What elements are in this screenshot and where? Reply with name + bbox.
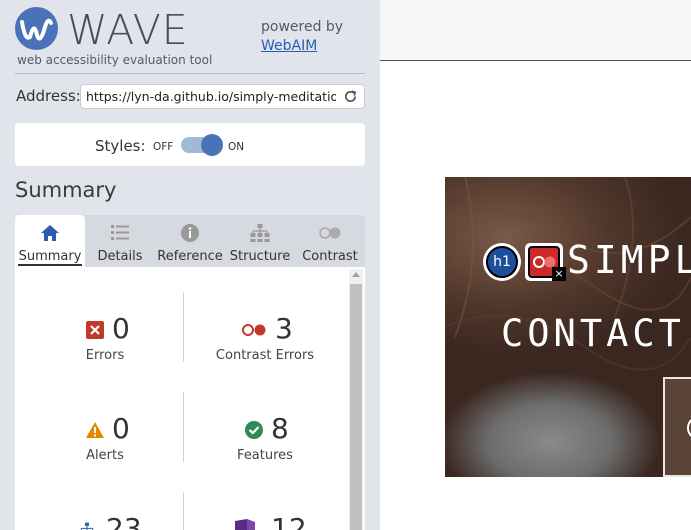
tab-bar: Summary Details Reference Structure Cont… [15, 215, 365, 267]
summary-scrollbar[interactable] [349, 269, 363, 530]
stat-features[interactable]: 8 Features [190, 412, 340, 463]
divider [183, 392, 184, 462]
wave-logo-text: WAVE [67, 6, 189, 54]
powered-by-label: powered by [261, 19, 344, 35]
contrast-icon [319, 227, 341, 239]
contrast-errors-count: 3 [275, 312, 293, 345]
toggle-knob[interactable] [201, 134, 223, 156]
alerts-label: Alerts [86, 448, 124, 463]
info-icon [181, 224, 199, 242]
tab-reference[interactable]: Reference [155, 215, 225, 267]
summary-panel: 0 Errors 3 Contrast Errors 0 Alerts 8 Fe… [15, 267, 365, 530]
errors-label: Errors [85, 348, 125, 363]
divider [183, 492, 184, 530]
address-input-value[interactable]: https://lyn-da.github.io/simply-meditati… [86, 89, 336, 104]
stat-alerts[interactable]: 0 Alerts [30, 412, 180, 463]
styles-on-label: ON [228, 141, 245, 153]
divider [183, 292, 184, 362]
home-icon [41, 225, 59, 241]
feature-check-icon [245, 421, 263, 439]
features-label: Features [237, 448, 293, 463]
tab-summary[interactable]: Summary [15, 215, 85, 267]
h1-badge-label: h1 [486, 246, 518, 278]
styles-label: Styles: [95, 137, 146, 155]
page-preview: h1 × SIMPLY CONTACT [380, 0, 691, 530]
structure-icon [80, 522, 94, 530]
tab-label: Contrast [302, 249, 358, 264]
styles-toggle-box: Styles: OFF ON [15, 123, 365, 166]
panel-heading: Summary [15, 178, 117, 202]
header-divider [15, 73, 365, 74]
stat-structural-elements[interactable]: 23 [30, 512, 180, 530]
list-icon [111, 225, 129, 240]
styles-off-label: OFF [153, 141, 174, 153]
tab-details[interactable]: Details [85, 215, 155, 267]
address-input[interactable]: https://lyn-da.github.io/simply-meditati… [80, 84, 365, 109]
tab-label: Summary [18, 249, 82, 266]
aria-count: 12 [271, 512, 307, 530]
scrollbar-thumb[interactable] [350, 284, 362, 530]
h1-heading-badge-icon[interactable]: h1 [483, 243, 521, 281]
wave-tagline: web accessibility evaluation tool [17, 53, 213, 67]
tab-contrast[interactable]: Contrast [295, 215, 365, 267]
stat-aria[interactable]: 12 [190, 512, 340, 530]
tab-label: Details [97, 249, 143, 264]
error-icon [86, 321, 104, 339]
tab-label: Reference [157, 249, 223, 264]
contrast-errors-label: Contrast Errors [215, 348, 315, 363]
address-label: Address: [16, 87, 81, 105]
features-count: 8 [271, 412, 289, 445]
styles-toggle-switch[interactable] [181, 134, 223, 156]
tab-structure[interactable]: Structure [225, 215, 295, 267]
wave-logo-icon [15, 7, 58, 50]
stat-errors[interactable]: 0 Errors [30, 312, 180, 363]
tab-label: Structure [229, 249, 291, 264]
preview-header-bar [380, 0, 691, 61]
circle-icon [687, 416, 691, 440]
hero-subtitle: CONTACT [501, 312, 685, 355]
close-icon[interactable]: × [552, 267, 566, 281]
errors-count: 0 [112, 312, 130, 345]
structural-count: 23 [106, 512, 142, 530]
alerts-count: 0 [112, 412, 130, 445]
alert-icon [86, 422, 104, 438]
aria-icon [235, 519, 255, 530]
hero-title: SIMPLY [567, 238, 691, 282]
contrast-error-icon [242, 324, 266, 336]
refresh-icon[interactable] [343, 89, 358, 104]
structure-icon [250, 224, 270, 242]
stat-contrast-errors[interactable]: 3 Contrast Errors [190, 312, 340, 363]
wave-header: WAVE web accessibility evaluation tool p… [0, 0, 380, 72]
wave-sidebar: WAVE web accessibility evaluation tool p… [0, 0, 380, 530]
hero-content-box [663, 377, 691, 477]
webaim-link[interactable]: WebAIM [261, 38, 317, 54]
scroll-up-arrow-icon[interactable] [352, 272, 360, 277]
